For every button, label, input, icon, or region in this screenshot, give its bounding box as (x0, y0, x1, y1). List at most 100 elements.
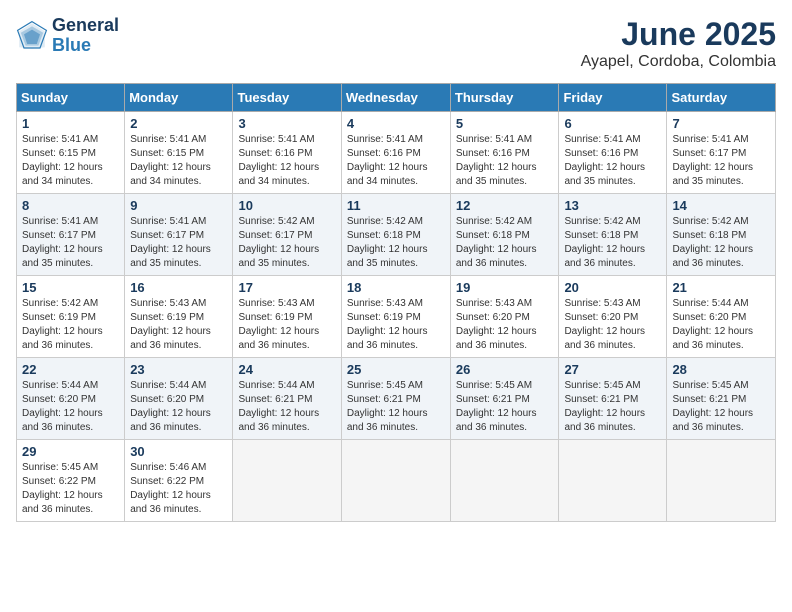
calendar-cell: 26 Sunrise: 5:45 AM Sunset: 6:21 PM Dayli… (450, 358, 559, 440)
day-number: 21 (672, 280, 770, 295)
day-info: Sunrise: 5:45 AM Sunset: 6:21 PM Dayligh… (456, 379, 554, 435)
day-info: Sunrise: 5:44 AM Sunset: 6:21 PM Dayligh… (238, 379, 335, 435)
calendar-week-row: 22 Sunrise: 5:44 AM Sunset: 6:20 PM Dayli… (17, 358, 776, 440)
weekday-header-sunday: Sunday (17, 84, 125, 112)
day-info: Sunrise: 5:45 AM Sunset: 6:21 PM Dayligh… (672, 379, 770, 435)
calendar-cell: 1 Sunrise: 5:41 AM Sunset: 6:15 PM Daylig… (17, 112, 125, 194)
weekday-header-friday: Friday (559, 84, 667, 112)
day-number: 15 (22, 280, 119, 295)
day-info: Sunrise: 5:42 AM Sunset: 6:18 PM Dayligh… (456, 215, 554, 271)
logo-icon (16, 20, 48, 52)
calendar-week-row: 29Sunrise: 5:45 AM Sunset: 6:22 PM Dayli… (17, 440, 776, 522)
day-info: Sunrise: 5:41 AM Sunset: 6:17 PM Dayligh… (130, 215, 227, 271)
calendar-week-row: 8Sunrise: 5:41 AM Sunset: 6:17 PM Daylig… (17, 194, 776, 276)
day-info: Sunrise: 5:41 AM Sunset: 6:15 PM Dayligh… (22, 133, 119, 189)
calendar-cell (559, 440, 667, 522)
day-info: Sunrise: 5:42 AM Sunset: 6:18 PM Dayligh… (347, 215, 445, 271)
day-info: Sunrise: 5:43 AM Sunset: 6:19 PM Dayligh… (347, 297, 445, 353)
day-info: Sunrise: 5:44 AM Sunset: 6:20 PM Dayligh… (22, 379, 119, 435)
day-number: 2 (130, 116, 227, 131)
calendar-cell: 11Sunrise: 5:42 AM Sunset: 6:18 PM Dayli… (341, 194, 450, 276)
day-info: Sunrise: 5:41 AM Sunset: 6:17 PM Dayligh… (672, 133, 770, 189)
calendar-cell: 24 Sunrise: 5:44 AM Sunset: 6:21 PM Dayli… (233, 358, 341, 440)
day-number: 14 (672, 198, 770, 213)
calendar-cell: 17Sunrise: 5:43 AM Sunset: 6:19 PM Dayli… (233, 276, 341, 358)
calendar-cell: 9 Sunrise: 5:41 AM Sunset: 6:17 PM Daylig… (125, 194, 233, 276)
calendar-cell (233, 440, 341, 522)
day-number: 10 (238, 198, 335, 213)
month-title: June 2025 (581, 16, 776, 53)
calendar-cell: 19 Sunrise: 5:43 AM Sunset: 6:20 PM Dayli… (450, 276, 559, 358)
day-number: 30 (130, 444, 227, 459)
day-number: 3 (238, 116, 335, 131)
calendar-cell: 2 Sunrise: 5:41 AM Sunset: 6:15 PM Daylig… (125, 112, 233, 194)
calendar-cell: 13Sunrise: 5:42 AM Sunset: 6:18 PM Dayli… (559, 194, 667, 276)
calendar-cell: 25Sunrise: 5:45 AM Sunset: 6:21 PM Dayli… (341, 358, 450, 440)
day-info: Sunrise: 5:42 AM Sunset: 6:18 PM Dayligh… (672, 215, 770, 271)
day-info: Sunrise: 5:41 AM Sunset: 6:16 PM Dayligh… (564, 133, 661, 189)
weekday-header-monday: Monday (125, 84, 233, 112)
weekday-header-row: SundayMondayTuesdayWednesdayThursdayFrid… (17, 84, 776, 112)
weekday-header-wednesday: Wednesday (341, 84, 450, 112)
day-number: 26 (456, 362, 554, 377)
day-info: Sunrise: 5:44 AM Sunset: 6:20 PM Dayligh… (130, 379, 227, 435)
calendar-table: SundayMondayTuesdayWednesdayThursdayFrid… (16, 83, 776, 522)
page-header: General Blue June 2025 Ayapel, Cordoba, … (16, 16, 776, 71)
day-info: Sunrise: 5:43 AM Sunset: 6:19 PM Dayligh… (130, 297, 227, 353)
day-number: 6 (564, 116, 661, 131)
day-info: Sunrise: 5:42 AM Sunset: 6:19 PM Dayligh… (22, 297, 119, 353)
day-number: 24 (238, 362, 335, 377)
calendar-cell (667, 440, 776, 522)
day-info: Sunrise: 5:46 AM Sunset: 6:22 PM Dayligh… (130, 461, 227, 517)
day-number: 20 (564, 280, 661, 295)
day-info: Sunrise: 5:42 AM Sunset: 6:17 PM Dayligh… (238, 215, 335, 271)
calendar-cell: 22 Sunrise: 5:44 AM Sunset: 6:20 PM Dayli… (17, 358, 125, 440)
calendar-cell: 21 Sunrise: 5:44 AM Sunset: 6:20 PM Dayli… (667, 276, 776, 358)
day-number: 27 (564, 362, 661, 377)
calendar-cell: 3 Sunrise: 5:41 AM Sunset: 6:16 PM Daylig… (233, 112, 341, 194)
day-number: 1 (22, 116, 119, 131)
calendar-week-row: 15 Sunrise: 5:42 AM Sunset: 6:19 PM Dayli… (17, 276, 776, 358)
weekday-header-saturday: Saturday (667, 84, 776, 112)
calendar-cell: 30 Sunrise: 5:46 AM Sunset: 6:22 PM Dayli… (125, 440, 233, 522)
calendar-cell: 4 Sunrise: 5:41 AM Sunset: 6:16 PM Daylig… (341, 112, 450, 194)
day-number: 22 (22, 362, 119, 377)
day-number: 9 (130, 198, 227, 213)
calendar-cell: 12 Sunrise: 5:42 AM Sunset: 6:18 PM Dayli… (450, 194, 559, 276)
calendar-cell: 14 Sunrise: 5:42 AM Sunset: 6:18 PM Dayli… (667, 194, 776, 276)
day-info: Sunrise: 5:41 AM Sunset: 6:16 PM Dayligh… (347, 133, 445, 189)
calendar-cell (450, 440, 559, 522)
day-number: 29 (22, 444, 119, 459)
day-number: 19 (456, 280, 554, 295)
calendar-cell: 23 Sunrise: 5:44 AM Sunset: 6:20 PM Dayli… (125, 358, 233, 440)
day-info: Sunrise: 5:41 AM Sunset: 6:15 PM Dayligh… (130, 133, 227, 189)
day-number: 18 (347, 280, 445, 295)
title-area: June 2025 Ayapel, Cordoba, Colombia (581, 16, 776, 71)
calendar-cell: 15 Sunrise: 5:42 AM Sunset: 6:19 PM Dayli… (17, 276, 125, 358)
day-number: 16 (130, 280, 227, 295)
day-number: 23 (130, 362, 227, 377)
calendar-cell (341, 440, 450, 522)
calendar-cell: 16 Sunrise: 5:43 AM Sunset: 6:19 PM Dayli… (125, 276, 233, 358)
day-info: Sunrise: 5:45 AM Sunset: 6:21 PM Dayligh… (347, 379, 445, 435)
calendar-cell: 10 Sunrise: 5:42 AM Sunset: 6:17 PM Dayli… (233, 194, 341, 276)
day-info: Sunrise: 5:43 AM Sunset: 6:20 PM Dayligh… (456, 297, 554, 353)
day-info: Sunrise: 5:41 AM Sunset: 6:16 PM Dayligh… (238, 133, 335, 189)
calendar-cell: 6 Sunrise: 5:41 AM Sunset: 6:16 PM Daylig… (559, 112, 667, 194)
day-info: Sunrise: 5:42 AM Sunset: 6:18 PM Dayligh… (564, 215, 661, 271)
day-info: Sunrise: 5:43 AM Sunset: 6:20 PM Dayligh… (564, 297, 661, 353)
calendar-cell: 18 Sunrise: 5:43 AM Sunset: 6:19 PM Dayli… (341, 276, 450, 358)
calendar-week-row: 1 Sunrise: 5:41 AM Sunset: 6:15 PM Daylig… (17, 112, 776, 194)
logo-text-line1: General (52, 16, 119, 36)
weekday-header-tuesday: Tuesday (233, 84, 341, 112)
day-info: Sunrise: 5:41 AM Sunset: 6:17 PM Dayligh… (22, 215, 119, 271)
logo: General Blue (16, 16, 119, 56)
calendar-cell: 28Sunrise: 5:45 AM Sunset: 6:21 PM Dayli… (667, 358, 776, 440)
day-info: Sunrise: 5:44 AM Sunset: 6:20 PM Dayligh… (672, 297, 770, 353)
calendar-cell: 29Sunrise: 5:45 AM Sunset: 6:22 PM Dayli… (17, 440, 125, 522)
calendar-cell: 7 Sunrise: 5:41 AM Sunset: 6:17 PM Daylig… (667, 112, 776, 194)
calendar-cell: 8Sunrise: 5:41 AM Sunset: 6:17 PM Daylig… (17, 194, 125, 276)
day-number: 4 (347, 116, 445, 131)
day-number: 7 (672, 116, 770, 131)
day-number: 12 (456, 198, 554, 213)
